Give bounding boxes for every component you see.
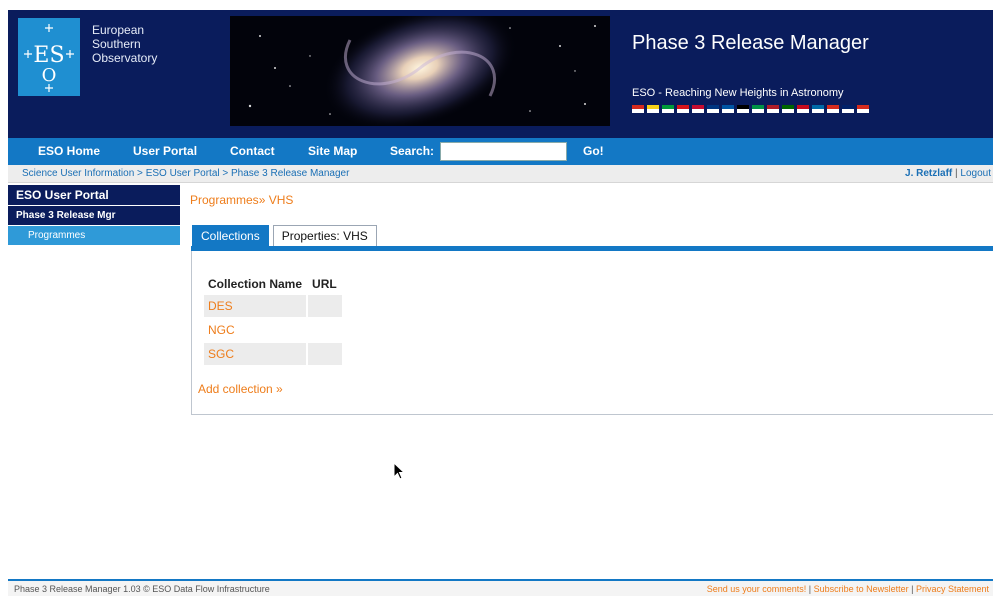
search-label: Search: bbox=[390, 144, 435, 158]
svg-text:O: O bbox=[42, 65, 57, 86]
org-line: European bbox=[92, 23, 145, 37]
sidebar-item-programmes[interactable]: Programmes bbox=[8, 226, 180, 245]
language-flag-icon[interactable] bbox=[737, 105, 749, 113]
footer-newsletter-link[interactable]: Subscribe to Newsletter bbox=[814, 584, 909, 594]
nav-user-portal[interactable]: User Portal bbox=[133, 144, 197, 158]
site-header: ES O European Southern Observatory Phase… bbox=[8, 10, 993, 138]
language-flag-icon[interactable] bbox=[662, 105, 674, 113]
nav-eso-home[interactable]: ESO Home bbox=[38, 144, 100, 158]
language-flag-icon[interactable] bbox=[647, 105, 659, 113]
user-links: J. Retzlaff | Logout bbox=[905, 168, 991, 179]
tab-properties[interactable]: Properties: VHS bbox=[272, 225, 377, 246]
nav-site-map[interactable]: Site Map bbox=[308, 144, 357, 158]
language-flag-icon[interactable] bbox=[782, 105, 794, 113]
page: ES O European Southern Observatory Phase… bbox=[8, 10, 993, 596]
collection-url-cell bbox=[308, 319, 343, 341]
language-flag-icon[interactable] bbox=[767, 105, 779, 113]
tagline: ESO - Reaching New Heights in Astronomy bbox=[632, 87, 844, 99]
nav-contact[interactable]: Contact bbox=[230, 144, 275, 158]
table-row: SGC bbox=[204, 343, 343, 365]
sidebar-section-header[interactable]: Phase 3 Release Mgr bbox=[8, 206, 180, 226]
search-go-button[interactable]: Go! bbox=[583, 144, 604, 158]
collection-url-cell bbox=[308, 343, 343, 365]
collection-name-cell[interactable]: SGC bbox=[204, 343, 307, 365]
table-row: NGC bbox=[204, 319, 343, 341]
footer-comments-link[interactable]: Send us your comments! bbox=[707, 584, 807, 594]
site-footer: Phase 3 Release Manager 1.03 © ESO Data … bbox=[8, 579, 993, 596]
breadcrumb-bar: Science User Information > ESO User Port… bbox=[8, 165, 993, 183]
collection-name-cell[interactable]: DES bbox=[204, 295, 307, 317]
breadcrumb-user-portal[interactable]: ESO User Portal bbox=[146, 168, 220, 179]
collections-panel: Collection Name URL DES NGC SGC Add coll… bbox=[191, 251, 993, 415]
add-collection-link[interactable]: Add collection » bbox=[198, 382, 283, 396]
org-line: Southern bbox=[92, 37, 141, 51]
language-flag-icon[interactable] bbox=[752, 105, 764, 113]
main-nav: ESO Home User Portal Contact Site Map Se… bbox=[8, 138, 993, 165]
table-row: DES bbox=[204, 295, 343, 317]
language-flag-icon[interactable] bbox=[827, 105, 839, 113]
breadcrumb-science-user-info[interactable]: Science User Information bbox=[22, 168, 134, 179]
breadcrumb-separator: > bbox=[134, 168, 146, 179]
app-title: Phase 3 Release Manager bbox=[632, 32, 869, 54]
table-header-row: Collection Name URL bbox=[204, 275, 342, 293]
language-flag-icon[interactable] bbox=[707, 105, 719, 113]
sidebar: ESO User Portal Phase 3 Release Mgr Prog… bbox=[8, 185, 180, 245]
collection-name-cell[interactable]: NGC bbox=[204, 319, 307, 341]
language-flag-icon[interactable] bbox=[722, 105, 734, 113]
org-name: European Southern Observatory bbox=[92, 23, 157, 65]
eso-logo[interactable]: ES O bbox=[18, 18, 80, 96]
tab-collections[interactable]: Collections bbox=[192, 225, 269, 246]
footer-privacy-link[interactable]: Privacy Statement bbox=[916, 584, 989, 594]
footer-version: Phase 3 Release Manager 1.03 © ESO Data … bbox=[14, 584, 270, 594]
language-flag-icon[interactable] bbox=[797, 105, 809, 113]
footer-divider: | bbox=[806, 584, 814, 594]
sidebar-portal-header[interactable]: ESO User Portal bbox=[8, 185, 180, 206]
mouse-cursor-icon bbox=[393, 462, 405, 480]
language-flag-icon[interactable] bbox=[632, 105, 644, 113]
footer-divider: | bbox=[908, 584, 916, 594]
galaxy-banner-image bbox=[230, 16, 610, 126]
language-flag-icon[interactable] bbox=[812, 105, 824, 113]
org-line: Observatory bbox=[92, 51, 158, 65]
language-flag-icon[interactable] bbox=[692, 105, 704, 113]
logout-link[interactable]: Logout bbox=[960, 168, 991, 179]
breadcrumb: Science User Information > ESO User Port… bbox=[22, 168, 349, 179]
breadcrumb-separator: > bbox=[219, 168, 232, 179]
column-header-url: URL bbox=[312, 277, 337, 291]
column-header-collection-name: Collection Name bbox=[208, 277, 303, 291]
language-flag-icon[interactable] bbox=[857, 105, 869, 113]
collections-table: Collection Name URL DES NGC SGC bbox=[202, 273, 344, 367]
user-name[interactable]: J. Retzlaff bbox=[905, 168, 952, 179]
language-flag-icon[interactable] bbox=[677, 105, 689, 113]
language-flag-icon[interactable] bbox=[842, 105, 854, 113]
breadcrumb-release-manager[interactable]: Phase 3 Release Manager bbox=[231, 168, 349, 179]
language-flags bbox=[632, 105, 869, 113]
programmes-link[interactable]: Programmes bbox=[190, 193, 259, 207]
collection-url-cell bbox=[308, 295, 343, 317]
programme-breadcrumb: Programmes» VHS bbox=[190, 193, 293, 207]
footer-links: Send us your comments! | Subscribe to Ne… bbox=[707, 584, 989, 594]
tab-bar: Collections Properties: VHS bbox=[192, 225, 377, 246]
search-input[interactable] bbox=[440, 142, 567, 161]
current-programme: » VHS bbox=[258, 193, 294, 207]
